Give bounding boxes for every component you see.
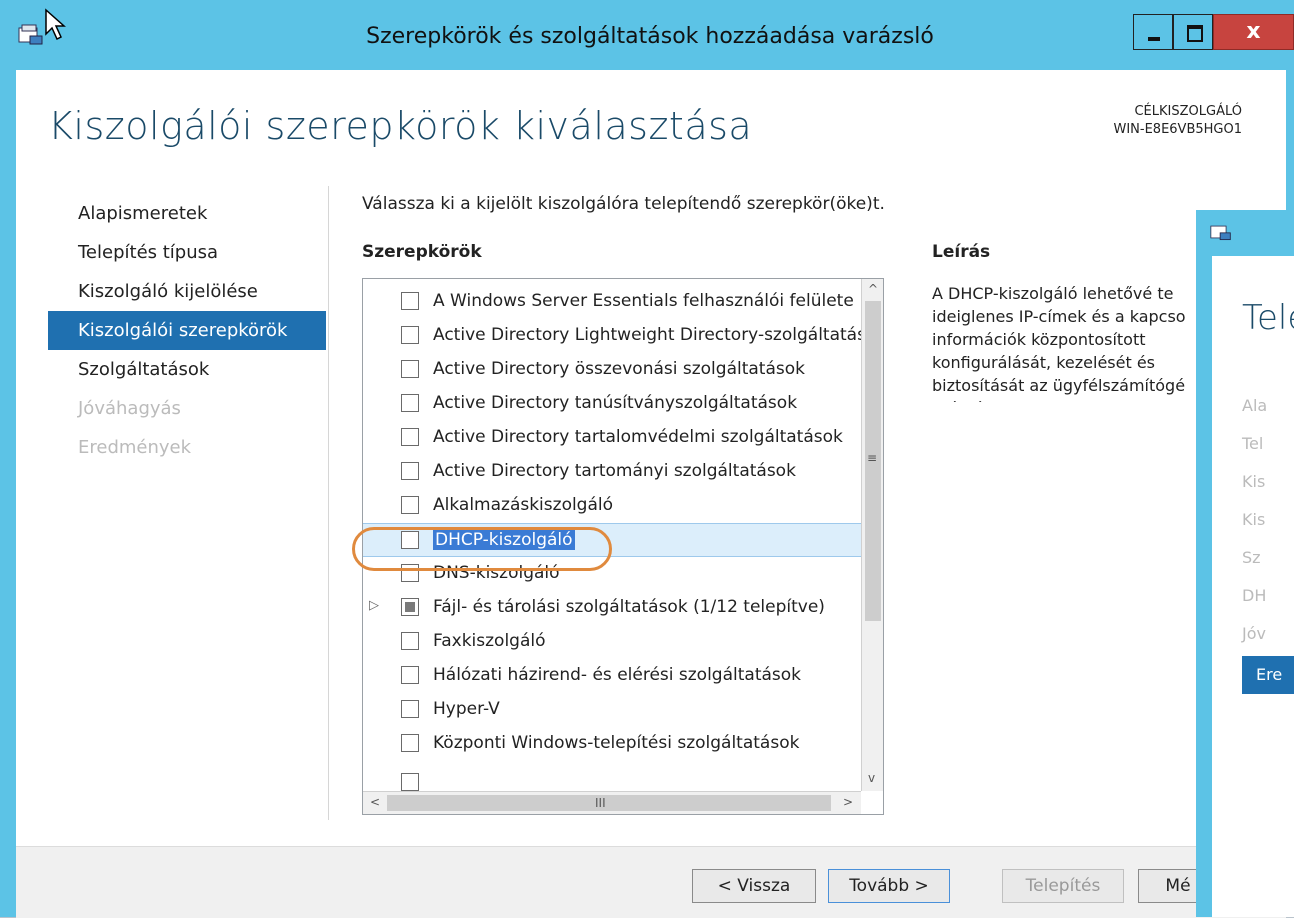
instruction-text: Válassza ki a kijelölt kiszolgálóra tele… (362, 194, 885, 214)
role-label[interactable]: Hyper-V (433, 699, 500, 719)
role-checkbox[interactable] (401, 496, 419, 514)
role-label[interactable]: Alkalmazáskiszolgáló (433, 495, 613, 515)
role-checkbox[interactable] (401, 360, 419, 378)
role-row[interactable]: Active Directory tartományi szolgáltatás… (363, 455, 861, 489)
role-row[interactable]: Központi Windows-telepítési szolgáltatás… (363, 727, 861, 761)
description-text: A DHCP-kiszolgáló lehetővé te ideiglenes… (932, 284, 1186, 402)
target-server-name: WIN-E8E6VB5HGO1 (1113, 122, 1242, 137)
bg-nav-item: Jóv (1242, 624, 1266, 643)
role-label[interactable]: Hálózati házirend- és elérési szolgáltat… (433, 665, 801, 685)
background-window-title: Tele (1242, 298, 1294, 338)
nav-divider (328, 186, 329, 820)
scroll-up-icon[interactable]: ^ (868, 282, 878, 296)
close-button[interactable]: x (1213, 14, 1294, 50)
role-checkbox[interactable] (401, 394, 419, 412)
maximize-button[interactable] (1173, 14, 1213, 50)
next-button[interactable]: Tovább > (828, 869, 950, 903)
close-icon: x (1246, 19, 1261, 44)
role-label[interactable]: Fájl- és tárolási szolgáltatások (1/12 t… (433, 597, 825, 617)
nav-item-kiszolgaloi-szerepkorok[interactable]: Kiszolgálói szerepkörök (48, 311, 326, 350)
scroll-left-icon[interactable]: < (370, 795, 380, 809)
nav-item-telepites-tipusa[interactable]: Telepítés típusa (48, 233, 326, 272)
vertical-scroll-thumb[interactable]: ≡ (865, 301, 881, 621)
scroll-down-icon[interactable]: v (868, 771, 875, 785)
bg-nav-item: Tel (1242, 434, 1264, 453)
wizard-nav: Alapismeretek Telepítés típusa Kiszolgál… (48, 194, 326, 467)
annotation-highlight-oval (352, 527, 612, 571)
roles-header: Szerepkörök (362, 242, 482, 262)
description-header: Leírás (932, 242, 991, 262)
horizontal-scroll-thumb[interactable]: III (387, 795, 831, 811)
role-checkbox[interactable] (401, 666, 419, 684)
background-window-client: Tele Ala Tel Kis Kis Sz DH Jóv Ere (1212, 256, 1294, 917)
role-row[interactable]: Hálózati házirend- és elérési szolgáltat… (363, 659, 861, 693)
scroll-right-icon[interactable]: > (843, 795, 853, 809)
role-label[interactable]: Active Directory tartományi szolgáltatás… (433, 461, 796, 481)
background-wizard-window[interactable]: Tele Ala Tel Kis Kis Sz DH Jóv Ere (1196, 210, 1294, 917)
role-row[interactable]: Active Directory tartalomvédelmi szolgál… (363, 421, 861, 455)
role-label[interactable]: Faxkiszolgáló (433, 631, 546, 651)
role-row[interactable]: Hyper-V (363, 693, 861, 727)
role-row[interactable]: Active Directory tanúsítványszolgáltatás… (363, 387, 861, 421)
hscroll-grip-icon: III (595, 796, 606, 810)
nav-item-jovahagyas: Jóváhagyás (78, 398, 181, 419)
back-button[interactable]: < Vissza (692, 869, 816, 903)
horizontal-scrollbar[interactable]: < III > (363, 791, 861, 814)
maximize-icon (1187, 25, 1203, 42)
page-title: Kiszolgálói szerepkörök kiválasztása (48, 104, 753, 148)
role-checkbox[interactable] (401, 632, 419, 650)
minimize-icon (1148, 37, 1160, 41)
wizard-button-bar: < Vissza Tovább > Telepítés Mé (16, 846, 1286, 918)
nav-item-kiszolgalo-kijelolese[interactable]: Kiszolgáló kijelölése (48, 272, 326, 311)
title-bar[interactable]: Szerepkörök és szolgáltatások hozzáadása… (0, 0, 1294, 70)
role-row[interactable]: Active Directory Lightweight Directory-s… (363, 319, 883, 353)
role-label[interactable]: Active Directory tanúsítványszolgáltatás… (433, 393, 797, 413)
role-row[interactable]: Alkalmazáskiszolgáló (363, 489, 861, 523)
bg-nav-item: Sz (1242, 548, 1261, 567)
nav-item-szolgaltatasok[interactable]: Szolgáltatások (48, 350, 326, 389)
role-checkbox[interactable] (401, 428, 419, 446)
bg-nav-item: Kis (1242, 472, 1266, 491)
role-row[interactable]: Faxkiszolgáló (363, 625, 861, 659)
role-checkbox[interactable] (401, 462, 419, 480)
target-server-label: CÉLKISZOLGÁLÓ (1134, 104, 1242, 119)
expand-arrow-icon[interactable]: ▷ (369, 598, 379, 613)
bg-nav-item: DH (1242, 586, 1267, 605)
role-row[interactable]: Active Directory összevonási szolgáltatá… (363, 353, 861, 387)
role-label[interactable]: Központi Windows-telepítési szolgáltatás… (433, 733, 799, 753)
minimize-button[interactable] (1133, 14, 1173, 50)
nav-item-alapismeretek[interactable]: Alapismeretek (48, 194, 326, 233)
role-label[interactable]: Active Directory tartalomvédelmi szolgál… (433, 427, 843, 447)
role-row[interactable]: ▷ Fájl- és tárolási szolgáltatások (1/12… (363, 591, 861, 625)
wizard-window: Szerepkörök és szolgáltatások hozzáadása… (0, 0, 1294, 918)
role-row[interactable]: A Windows Server Essentials felhasználói… (363, 285, 861, 319)
nav-item-eredmenyek: Eredmények (78, 437, 192, 458)
bg-nav-item: Ala (1242, 396, 1268, 415)
role-label[interactable]: Active Directory Lightweight Directory-s… (433, 325, 883, 345)
role-label[interactable]: Active Directory összevonási szolgáltatá… (433, 359, 805, 379)
role-checkbox[interactable] (401, 700, 419, 718)
vertical-scrollbar[interactable]: ^ ≡ v (861, 279, 883, 791)
bg-nav-item-active: Ere (1256, 665, 1283, 684)
role-checkbox[interactable] (401, 292, 419, 310)
role-row-partial[interactable] (363, 761, 861, 795)
install-button: Telepítés (1002, 869, 1124, 903)
server-manager-icon (1210, 225, 1231, 241)
window-title: Szerepkörök és szolgáltatások hozzáadása… (366, 24, 934, 49)
wizard-client-area: Kiszolgálói szerepkörök kiválasztása CÉL… (16, 70, 1286, 918)
role-checkbox-partial[interactable] (401, 598, 419, 616)
bg-nav-item: Kis (1242, 510, 1266, 529)
scroll-grip-icon: ≡ (867, 451, 878, 465)
role-checkbox[interactable] (401, 773, 419, 791)
role-checkbox[interactable] (401, 326, 419, 344)
role-checkbox[interactable] (401, 734, 419, 752)
role-label[interactable]: A Windows Server Essentials felhasználói… (433, 291, 854, 311)
